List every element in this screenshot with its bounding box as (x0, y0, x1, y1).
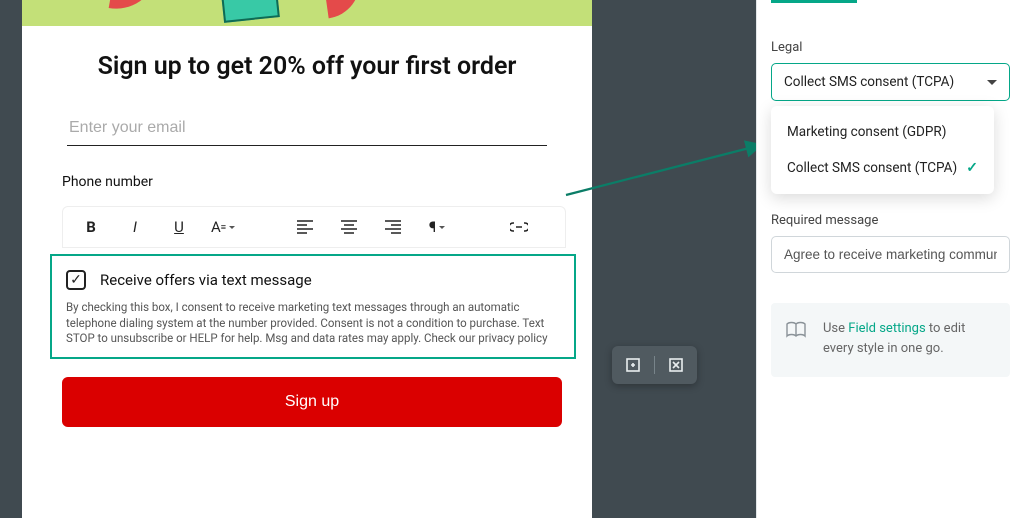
form-heading: Sign up to get 20% off your first order (62, 52, 552, 81)
paragraph-icon[interactable]: ¶ (427, 217, 447, 237)
consent-body-text: By checking this box, I consent to recei… (66, 300, 560, 347)
settings-panel: Legal Collect SMS consent (TCPA) Marketi… (756, 0, 1024, 518)
align-right-icon[interactable] (383, 217, 403, 237)
email-field[interactable] (67, 111, 547, 146)
hint-prefix: Use (823, 321, 848, 336)
bold-icon[interactable]: B (81, 217, 101, 237)
align-left-icon[interactable] (295, 217, 315, 237)
underline-icon[interactable]: U (169, 217, 189, 237)
consent-title: Receive offers via text message (100, 271, 312, 289)
book-icon (785, 321, 807, 339)
field-settings-link[interactable]: Field settings (848, 321, 925, 336)
consent-checkbox[interactable]: ✓ (66, 270, 86, 290)
dropdown-option-tcpa[interactable]: Collect SMS consent (TCPA) ✓ (771, 150, 994, 186)
italic-icon[interactable]: I (125, 217, 145, 237)
duplicate-icon[interactable] (622, 354, 644, 376)
form-body: Sign up to get 20% off your first order … (22, 26, 592, 441)
required-message-label: Required message (771, 213, 1010, 228)
block-actions-toolbar (612, 346, 697, 384)
phone-number-label: Phone number (62, 174, 552, 190)
signup-button[interactable]: Sign up (62, 377, 562, 427)
dropdown-option-gdpr[interactable]: Marketing consent (GDPR) (771, 114, 994, 150)
toolbar-divider (654, 356, 655, 374)
chevron-down-icon (987, 80, 997, 85)
check-icon: ✓ (966, 160, 978, 176)
sms-consent-block[interactable]: ✓ Receive offers via text message By che… (50, 254, 576, 359)
canvas-area: MY CHILL OUT MOOD Sign up to get 20% off… (0, 0, 748, 518)
dropdown-option-label: Collect SMS consent (TCPA) (787, 160, 957, 176)
required-message-field[interactable] (771, 236, 1010, 273)
legal-label: Legal (771, 40, 1010, 55)
legal-select[interactable]: Collect SMS consent (TCPA) (771, 63, 1010, 101)
hero-banner: MY CHILL OUT MOOD (22, 0, 592, 26)
legal-dropdown: Marketing consent (GDPR) Collect SMS con… (771, 106, 994, 194)
field-settings-hint: Use Field settings to edit every style i… (771, 303, 1010, 377)
font-size-icon[interactable]: A≡ (213, 217, 233, 237)
legal-select-value: Collect SMS consent (TCPA) (784, 74, 954, 90)
link-icon[interactable] (509, 217, 529, 237)
align-center-icon[interactable] (339, 217, 359, 237)
dropdown-option-label: Marketing consent (GDPR) (787, 124, 946, 140)
rich-text-toolbar: B I U A≡ ¶ (62, 206, 566, 248)
signup-form-card: MY CHILL OUT MOOD Sign up to get 20% off… (22, 0, 592, 518)
delete-icon[interactable] (665, 354, 687, 376)
hero-product-tile: MY CHILL OUT MOOD (220, 0, 280, 23)
